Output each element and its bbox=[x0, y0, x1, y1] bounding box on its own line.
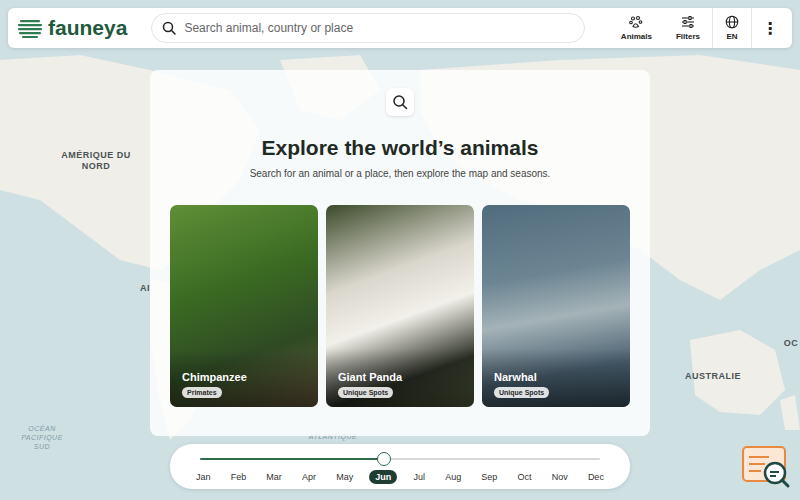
month-item[interactable]: Aug bbox=[441, 470, 465, 484]
month-item[interactable]: May bbox=[332, 470, 357, 484]
hero-title: Explore the world’s animals bbox=[262, 136, 539, 160]
card-caption: Chimpanzee Primates bbox=[170, 349, 318, 407]
search-placeholder: Search animal, country or place bbox=[184, 21, 353, 35]
nav-label: EN bbox=[726, 32, 737, 41]
month-item[interactable]: Feb bbox=[227, 470, 251, 484]
nav: Animals Filters EN ⋮ bbox=[609, 8, 782, 48]
animal-cards: Chimpanzee Primates Giant Panda Unique Spot… bbox=[170, 205, 630, 407]
logo-icon bbox=[18, 16, 42, 40]
map-label: AUSTRALIE bbox=[680, 371, 746, 382]
month-timeline: Jan Feb Mar Apr May Jun Jul Aug Sep Oct Nov Dec bbox=[170, 444, 630, 489]
month-item[interactable]: Oct bbox=[514, 470, 536, 484]
globe-icon bbox=[725, 15, 739, 29]
slider-knob[interactable] bbox=[377, 452, 391, 466]
month-list: Jan Feb Mar Apr May Jun Jul Aug Sep Oct Nov Dec bbox=[192, 470, 608, 484]
animal-card[interactable]: Chimpanzee Primates bbox=[170, 205, 318, 407]
month-item[interactable]: Jan bbox=[192, 470, 215, 484]
nav-label: Animals bbox=[621, 32, 652, 41]
month-item[interactable]: Jun bbox=[369, 470, 397, 484]
card-caption: Narwhal Unique Spots bbox=[482, 349, 630, 407]
header: fauneya Search animal, country or place An… bbox=[8, 8, 792, 48]
panel-search-button[interactable] bbox=[386, 88, 414, 116]
assistant-button[interactable] bbox=[741, 445, 791, 493]
explore-panel: Explore the world’s animals Search for an… bbox=[150, 70, 650, 436]
card-tag: Unique Spots bbox=[494, 387, 549, 398]
search-icon bbox=[162, 21, 176, 35]
map-label: AMÉRIQUE DU NORD bbox=[60, 150, 132, 173]
card-name: Narwhal bbox=[494, 371, 537, 383]
card-tag: Primates bbox=[182, 387, 222, 398]
slider-fill bbox=[200, 458, 384, 460]
month-item[interactable]: Apr bbox=[298, 470, 320, 484]
month-item[interactable]: Mar bbox=[262, 470, 286, 484]
month-item[interactable]: Jul bbox=[410, 470, 430, 484]
nav-item[interactable]: Filters bbox=[664, 8, 712, 48]
nav-item[interactable]: EN bbox=[712, 8, 752, 48]
animal-card[interactable]: Giant Panda Unique Spots bbox=[326, 205, 474, 407]
paw-icon bbox=[629, 15, 643, 29]
logo-text: fauneya bbox=[48, 16, 127, 40]
card-name: Giant Panda bbox=[338, 371, 402, 383]
card-name: Chimpanzee bbox=[182, 371, 247, 383]
card-caption: Giant Panda Unique Spots bbox=[326, 349, 474, 407]
animal-card[interactable]: Narwhal Unique Spots bbox=[482, 205, 630, 407]
hero-subtitle: Search for an animal or a place, then ex… bbox=[250, 168, 551, 179]
logo[interactable]: fauneya bbox=[18, 16, 127, 40]
search-icon bbox=[392, 94, 408, 110]
nav-item[interactable]: Animals bbox=[609, 8, 664, 48]
nav-label: Filters bbox=[676, 32, 700, 41]
map-label: OC bbox=[783, 338, 799, 349]
month-item[interactable]: Sep bbox=[477, 470, 501, 484]
map-label: OCÉAN PACIFIQUE SUD bbox=[16, 425, 68, 451]
month-item[interactable]: Nov bbox=[548, 470, 572, 484]
month-item[interactable]: Dec bbox=[584, 470, 608, 484]
chat-search-icon bbox=[741, 445, 791, 489]
card-tag: Unique Spots bbox=[338, 387, 393, 398]
month-slider[interactable] bbox=[200, 452, 600, 466]
sliders-icon bbox=[681, 15, 695, 29]
search-field[interactable]: Search animal, country or place bbox=[151, 13, 584, 43]
menu-button[interactable]: ⋮ bbox=[752, 8, 782, 48]
page: AMÉRIQUE DU NORDAIAUSTRALIEOCOCÉAN PACIF… bbox=[0, 0, 800, 500]
